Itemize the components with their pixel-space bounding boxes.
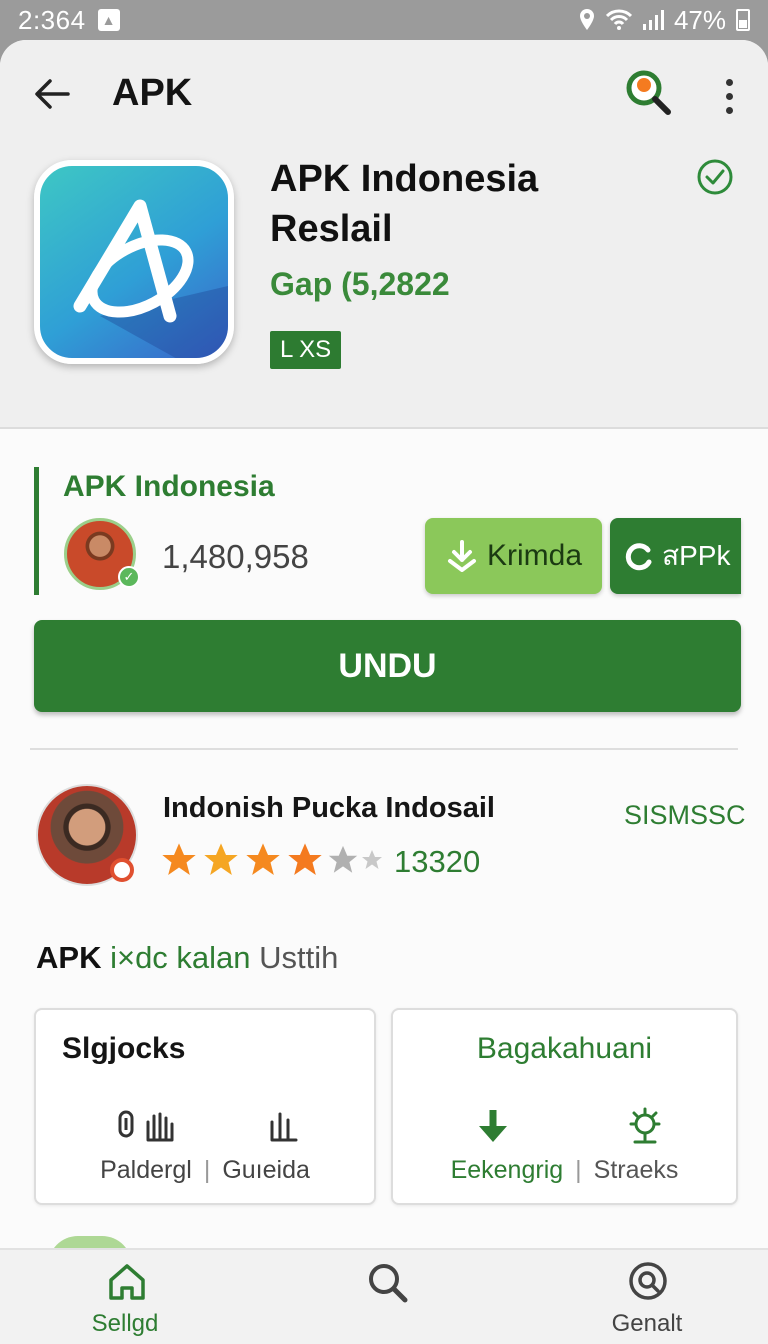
install-button[interactable]: UNDU bbox=[34, 620, 741, 712]
back-button[interactable] bbox=[28, 70, 76, 118]
back-arrow-icon bbox=[35, 79, 70, 109]
star-icon bbox=[162, 843, 196, 875]
star-icon bbox=[204, 843, 238, 875]
check-circle-icon bbox=[696, 158, 734, 196]
info-card-right[interactable]: Bagakahuani Eekengrig | Straeks bbox=[391, 1008, 738, 1205]
review-count: 13320 bbox=[394, 844, 481, 879]
card-left-label1: Paldergl bbox=[100, 1156, 192, 1184]
wifi-icon bbox=[605, 9, 632, 30]
app-logo-icon bbox=[34, 160, 234, 364]
nav-genalt-label: Genalt bbox=[611, 1310, 683, 1337]
label-separator: | bbox=[203, 1156, 211, 1184]
location-icon bbox=[579, 9, 594, 30]
status-icons: 47% bbox=[578, 5, 750, 36]
more-vert-icon bbox=[725, 78, 733, 86]
nav-search[interactable] bbox=[310, 1250, 460, 1344]
hand-outline-icon bbox=[270, 1112, 298, 1142]
signal-icon bbox=[642, 10, 664, 30]
more-options-button[interactable] bbox=[712, 72, 746, 120]
star-half-icon bbox=[328, 845, 358, 873]
review-link[interactable]: SISMSSC bbox=[624, 800, 746, 831]
card-left-title: Slgjocks bbox=[62, 1032, 186, 1065]
section-title-part1: APK bbox=[36, 940, 102, 975]
krimda-button[interactable]: Krimda bbox=[425, 518, 602, 594]
star-empty-icon bbox=[362, 850, 382, 869]
divider bbox=[30, 748, 738, 750]
section-title-part3: Usttih bbox=[259, 940, 339, 975]
top-app-bar: APK bbox=[0, 58, 768, 130]
card-right-label2: Straeks bbox=[593, 1156, 679, 1184]
card-right-title: Bagakahuani bbox=[476, 1032, 653, 1065]
battery-icon bbox=[736, 9, 750, 31]
download-icon bbox=[447, 540, 476, 572]
download-count: 1,480,958 bbox=[162, 538, 309, 575]
star-icon bbox=[288, 843, 322, 875]
battery-percent: 47% bbox=[673, 4, 726, 35]
content-badge: L XS bbox=[270, 331, 342, 369]
gallery-notification-icon: ▲ bbox=[97, 9, 120, 31]
hand-icon bbox=[146, 1112, 174, 1142]
gear-sun-icon bbox=[629, 1107, 661, 1144]
app-name: APK Indonesia Reslail bbox=[270, 158, 539, 250]
ppk-label: สPPk bbox=[662, 540, 731, 571]
rating-stars bbox=[158, 840, 384, 880]
card-left-label2: Guıeida bbox=[222, 1156, 310, 1184]
review-title: Indonish Pucka Indosail bbox=[163, 792, 495, 824]
home-icon bbox=[109, 1264, 145, 1300]
developer-name[interactable]: APK Indonesia bbox=[63, 470, 275, 504]
refresh-icon bbox=[625, 543, 652, 571]
reviewer-badge-icon bbox=[110, 858, 134, 882]
search-icon bbox=[626, 70, 671, 115]
search-circle-icon bbox=[629, 1262, 667, 1300]
star-icon bbox=[246, 843, 280, 875]
label-separator: | bbox=[575, 1156, 582, 1184]
nav-genalt[interactable]: Genalt bbox=[572, 1250, 722, 1344]
section-title: APK i×dc kalan Usttih bbox=[36, 940, 338, 976]
page-title: APK bbox=[112, 72, 193, 114]
card-right-label1: Eekengrig bbox=[450, 1156, 564, 1184]
search-icon bbox=[369, 1264, 408, 1303]
krimda-label: Krimda bbox=[486, 539, 583, 572]
app-detail-sheet: APK APK Indonesia Reslail Gap (5,2822 L … bbox=[0, 40, 768, 1344]
nav-home[interactable]: Sellgd bbox=[50, 1250, 200, 1344]
app-subtitle: Gap (5,2822 bbox=[270, 266, 450, 302]
bottom-navigation: Sellgd Genalt bbox=[0, 1248, 768, 1344]
developer-accent-bar bbox=[34, 467, 39, 595]
verified-badge-icon: ✓ bbox=[118, 566, 140, 588]
nav-home-label: Sellgd bbox=[91, 1310, 159, 1337]
app-header: APK APK Indonesia Reslail Gap (5,2822 L … bbox=[0, 40, 768, 429]
status-time: 2:364 bbox=[18, 4, 86, 35]
info-card-left[interactable]: Slgjocks Paldergl | Guıeida bbox=[34, 1008, 376, 1205]
status-bar: 2:364 ▲ 47% bbox=[0, 0, 768, 40]
ppk-button[interactable]: สPPk bbox=[610, 518, 741, 594]
download-arrow-icon bbox=[479, 1110, 507, 1142]
section-title-part2: i×dc kalan bbox=[110, 940, 251, 975]
search-button[interactable] bbox=[622, 66, 676, 120]
